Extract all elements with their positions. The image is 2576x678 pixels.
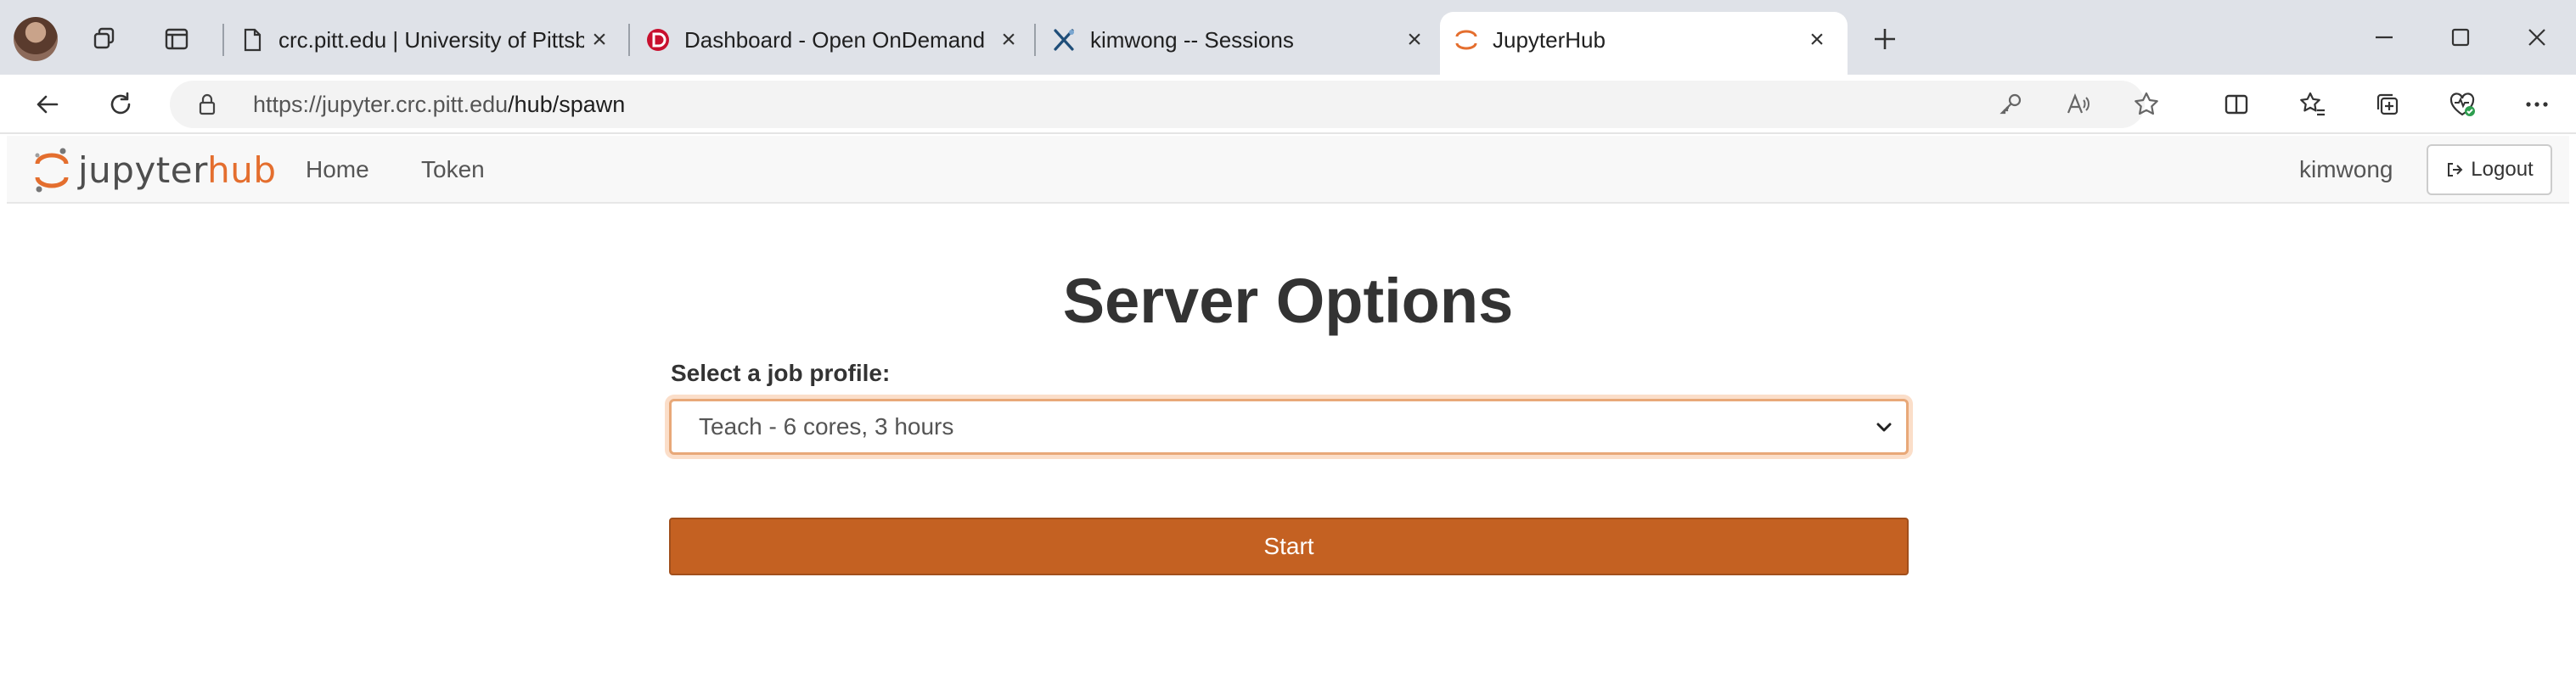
browser-tab-strip: crc.pitt.edu | University of Pittsbur × … [0, 0, 2576, 75]
tab-title: JupyterHub [1493, 27, 1606, 53]
refresh-icon[interactable] [100, 84, 141, 125]
jupyterhub-navbar: jupyterhub Home Token kimwong Logout [7, 136, 2569, 204]
job-profile-label: Select a job profile: [671, 360, 891, 386]
tab-crc-pitt[interactable]: crc.pitt.edu | University of Pittsbur × [226, 12, 625, 68]
tab-title: kimwong -- Sessions [1090, 27, 1294, 53]
window-close-icon[interactable] [2518, 19, 2556, 56]
ondemand-icon [645, 27, 671, 53]
tab-kimwong-sessions[interactable]: kimwong -- Sessions × [1038, 12, 1438, 68]
logout-button[interactable]: Logout [2427, 144, 2552, 195]
browser-essentials-icon[interactable] [2442, 84, 2483, 125]
browser-toolbar: https://jupyter.crc.pitt.edu/hub/spawn [0, 75, 2576, 134]
profile-avatar[interactable] [14, 17, 58, 61]
nav-token-link[interactable]: Token [421, 136, 485, 204]
xdmod-icon [1051, 27, 1077, 53]
close-tab-icon[interactable]: × [586, 26, 613, 53]
close-tab-icon[interactable]: × [1401, 26, 1428, 53]
selected-profile-value: Teach - 6 cores, 3 hours [699, 413, 954, 440]
back-icon[interactable] [27, 84, 68, 125]
url-text[interactable]: https://jupyter.crc.pitt.edu/hub/spawn [253, 81, 625, 128]
tab-actions-icon[interactable] [156, 19, 197, 59]
logout-label: Logout [2471, 158, 2534, 181]
new-tab-icon[interactable] [1865, 19, 1905, 59]
workspaces-icon[interactable] [85, 19, 126, 59]
tab-open-ondemand[interactable]: Dashboard - Open OnDemand × [632, 12, 1036, 68]
job-profile-select[interactable]: Teach - 6 cores, 3 hours [669, 399, 1909, 455]
favorite-star-icon[interactable] [2131, 89, 2162, 120]
more-options-icon[interactable] [2517, 84, 2557, 125]
read-aloud-icon[interactable] [2063, 89, 2094, 120]
split-screen-icon[interactable] [2216, 84, 2257, 125]
lock-icon[interactable] [195, 92, 219, 116]
jupyterhub-logo[interactable]: jupyterhub [32, 144, 277, 195]
key-icon[interactable] [1995, 89, 2026, 120]
page-title: Server Options [1062, 266, 1514, 336]
jupyter-icon [1454, 27, 1479, 53]
close-tab-icon[interactable]: × [1803, 26, 1831, 53]
page-icon [239, 27, 265, 53]
username-label: kimwong [2299, 156, 2393, 182]
sign-out-icon [2448, 163, 2463, 177]
logo-wordmark: jupyterhub [78, 148, 277, 191]
jupyter-logo-icon [35, 148, 69, 193]
address-bar[interactable]: https://jupyter.crc.pitt.edu/hub/spawn [170, 81, 2158, 128]
favorites-icon[interactable] [2292, 84, 2333, 125]
maximize-icon[interactable] [2442, 19, 2479, 56]
start-button[interactable]: Start [669, 518, 1909, 575]
tab-jupyterhub[interactable]: JupyterHub × [1440, 12, 1848, 75]
close-tab-icon[interactable]: × [995, 26, 1022, 53]
nav-home-link[interactable]: Home [306, 136, 369, 204]
tab-title: Dashboard - Open OnDemand [684, 27, 986, 53]
tab-title: crc.pitt.edu | University of Pittsbur [278, 27, 584, 53]
collections-icon[interactable] [2367, 84, 2408, 125]
chevron-down-icon [1876, 423, 1892, 432]
minimize-icon[interactable] [2365, 19, 2403, 56]
